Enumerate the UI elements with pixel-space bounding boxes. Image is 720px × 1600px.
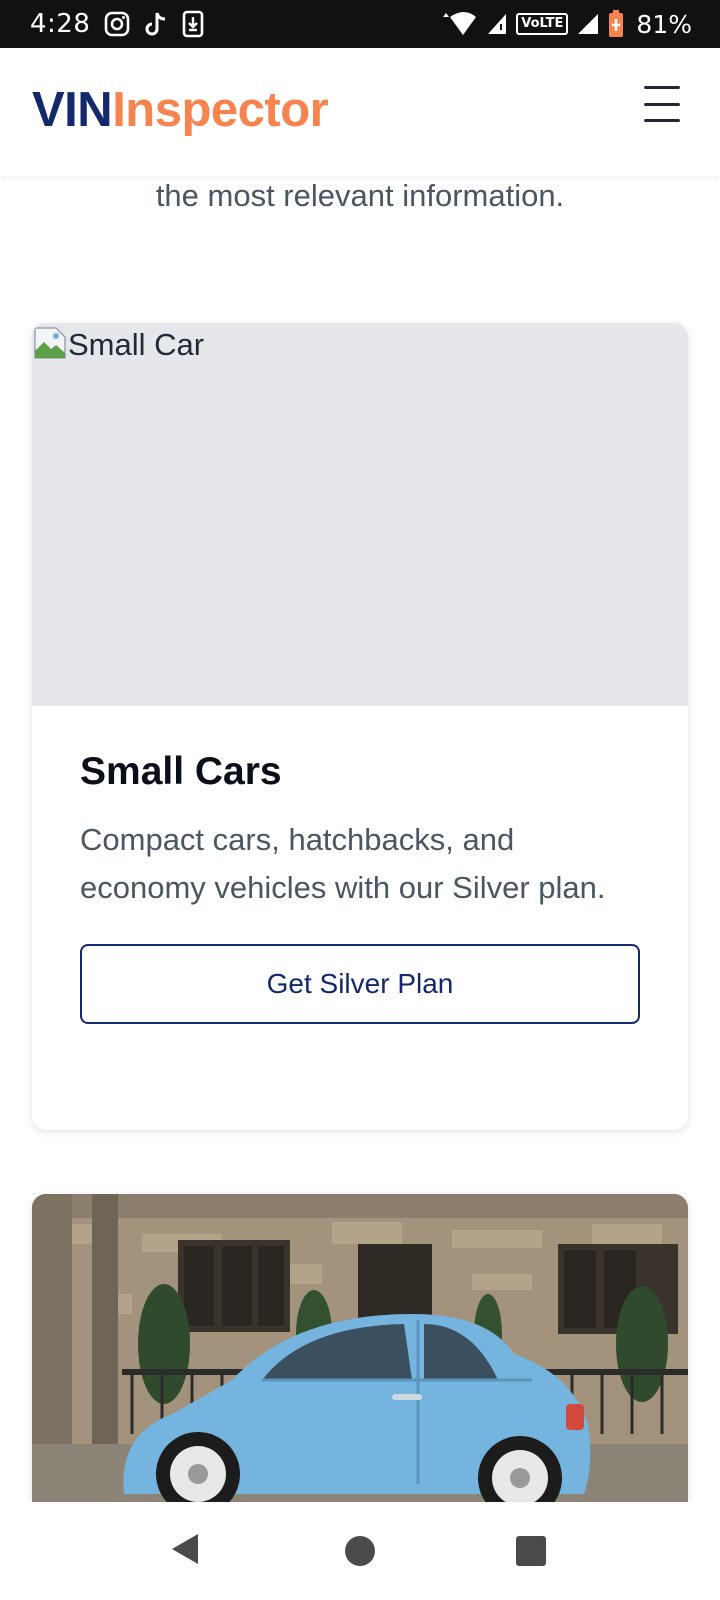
broken-image: Small Car [34, 327, 204, 364]
card-image-placeholder: Small Car [32, 323, 688, 706]
card-description: Compact cars, hatchbacks, and economy ve… [80, 822, 606, 905]
recents-icon[interactable] [516, 1536, 546, 1566]
home-icon[interactable] [345, 1536, 375, 1566]
get-silver-plan-button[interactable]: Get Silver Plan [80, 944, 640, 1024]
system-nav-bar [0, 1502, 720, 1600]
signal-icon [486, 12, 508, 36]
broken-image-icon [34, 327, 66, 364]
site-header: VINInspector [0, 48, 720, 176]
image-alt-text: Small Car [68, 327, 205, 362]
site-logo[interactable]: VINInspector [32, 82, 329, 138]
battery-icon [608, 10, 624, 38]
status-bar: 4:28 VoLTE 81% [0, 0, 720, 48]
status-time: 4:28 [30, 9, 91, 39]
hamburger-menu-icon[interactable] [644, 86, 684, 122]
wifi-icon [442, 11, 478, 37]
intro-text: the most relevant information. [155, 178, 565, 213]
download-icon [182, 10, 204, 38]
blue-car-photo [32, 1194, 688, 1524]
battery-percent: 81% [636, 9, 692, 39]
instagram-icon [104, 11, 130, 37]
plan-card-small-cars: Small Car Small Cars Compact cars, hatch… [32, 323, 688, 1130]
logo-vin: VIN [32, 83, 113, 137]
tiktok-icon [144, 11, 168, 37]
signal-icon-2 [576, 12, 600, 36]
card-title: Small Cars [80, 750, 282, 793]
logo-inspector: Inspector [112, 83, 329, 137]
volte-badge: VoLTE [516, 13, 569, 35]
back-icon[interactable] [170, 1532, 200, 1571]
plan-card-2 [32, 1194, 688, 1524]
